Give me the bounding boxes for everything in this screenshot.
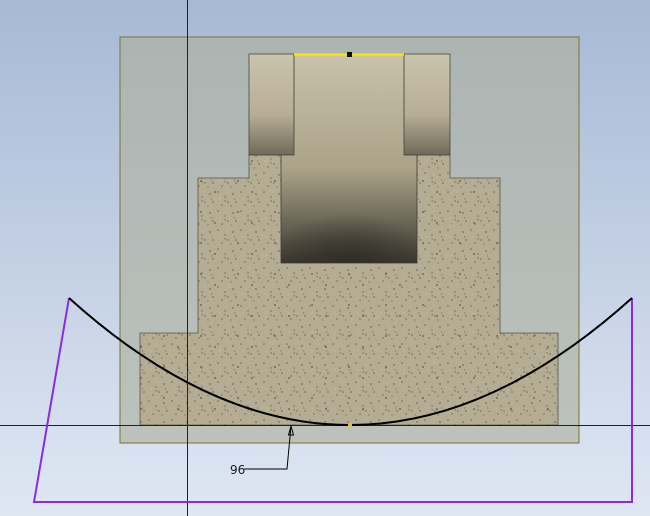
- right-shoulder-block[interactable]: [403, 53, 451, 156]
- cavity-shadow: [281, 180, 417, 263]
- dimension-value[interactable]: 96: [230, 463, 245, 477]
- top-edge-midpoint-icon[interactable]: [347, 52, 352, 57]
- model-viewport[interactable]: 96: [0, 0, 650, 516]
- arc-midpoint-icon[interactable]: [348, 423, 352, 427]
- left-shoulder-block[interactable]: [248, 53, 295, 156]
